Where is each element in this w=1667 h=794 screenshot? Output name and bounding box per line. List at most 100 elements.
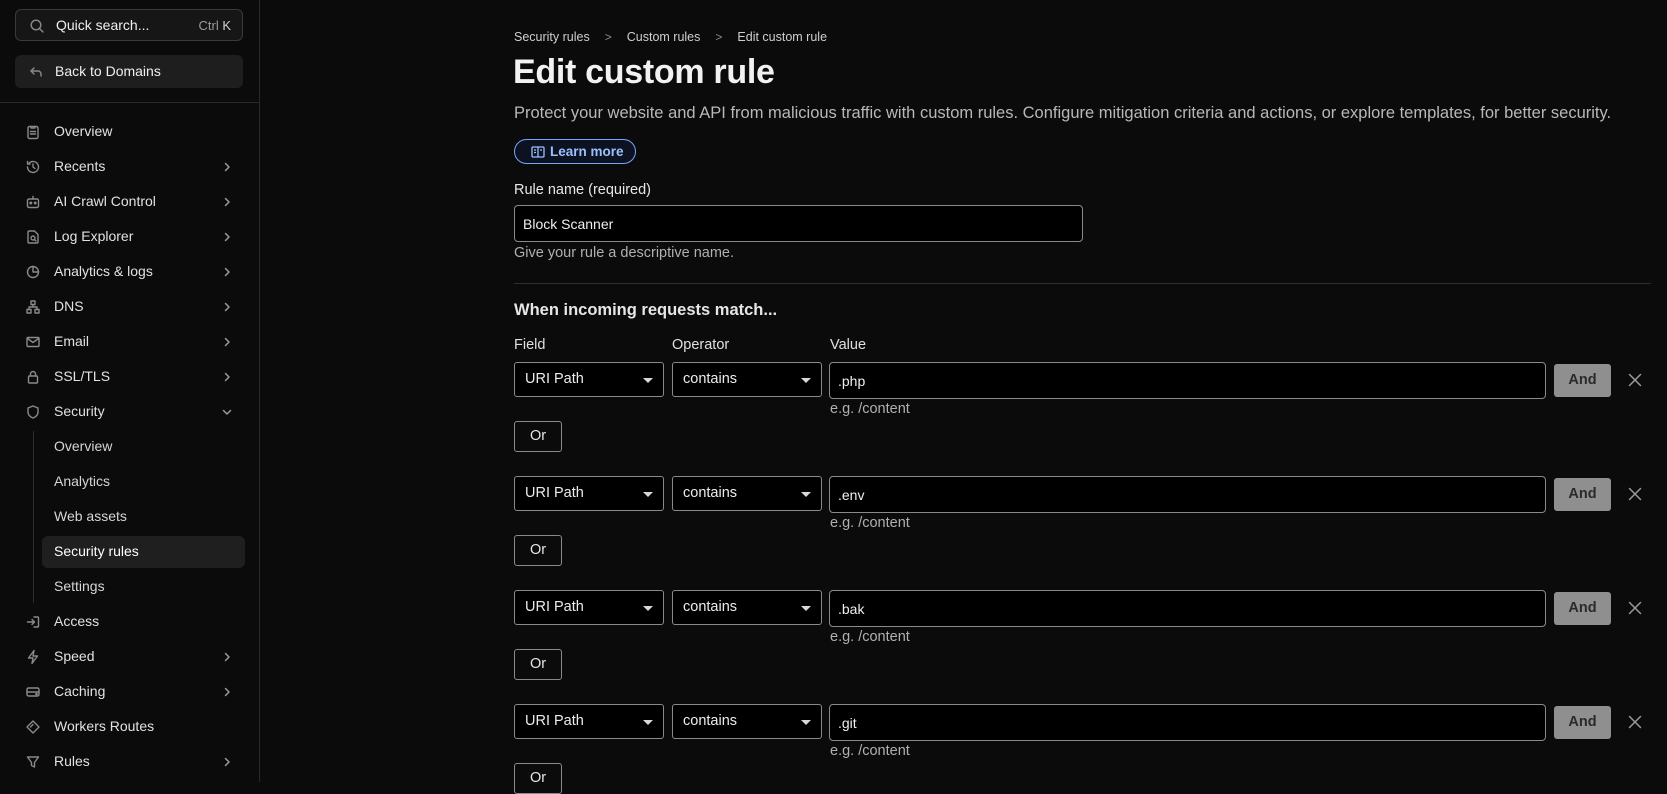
- close-icon[interactable]: [1628, 373, 1642, 387]
- field-select[interactable]: URI Path: [514, 590, 664, 625]
- field-select-value: URI Path: [525, 371, 584, 387]
- sidebar-item-label: Caching: [54, 683, 106, 699]
- sidebar-item-overview[interactable]: Overview: [15, 116, 243, 148]
- sidebar-subitem-web-assets[interactable]: Web assets: [42, 501, 245, 533]
- breadcrumb: Security rules > Custom rules > Edit cus…: [514, 30, 827, 44]
- chevron-right-icon: [224, 162, 230, 172]
- or-button[interactable]: Or: [514, 763, 562, 794]
- operator-select[interactable]: contains: [672, 362, 822, 397]
- breadcrumb-separator-icon: >: [715, 30, 723, 44]
- field-column-header: Field: [514, 337, 546, 353]
- operator-select[interactable]: contains: [672, 476, 822, 511]
- search-icon: [30, 19, 44, 33]
- sidebar-subitem-label: Analytics: [54, 473, 111, 489]
- learn-more-label: Learn more: [550, 144, 624, 159]
- and-button[interactable]: And: [1554, 592, 1611, 625]
- value-input[interactable]: [829, 704, 1546, 741]
- operator-select-value: contains: [683, 713, 738, 729]
- operator-select[interactable]: contains: [672, 704, 822, 739]
- sidebar-subitem-label: Web assets: [54, 508, 127, 524]
- sidebar-item-recents[interactable]: Recents: [15, 151, 243, 183]
- login-icon: [26, 616, 40, 628]
- match-section-heading: When incoming requests match...: [514, 301, 778, 319]
- breadcrumb-current: Edit custom rule: [737, 30, 828, 44]
- sidebar-item-label: Workers Routes: [54, 718, 155, 734]
- submenu-guide-line: [33, 431, 34, 603]
- sidebar-item-log-explorer[interactable]: Log Explorer: [15, 221, 243, 253]
- and-button[interactable]: And: [1554, 706, 1611, 739]
- sidebar-item-ssl-tls[interactable]: SSL/TLS: [15, 361, 243, 393]
- breadcrumb-custom-rules[interactable]: Custom rules: [627, 30, 701, 44]
- quick-search[interactable]: Quick search... Ctrl K: [15, 9, 243, 41]
- rule-name-input[interactable]: [514, 205, 1083, 242]
- caret-down-icon: [801, 378, 811, 383]
- sidebar-subitem-analytics[interactable]: Analytics: [42, 466, 245, 498]
- funnel-icon: [26, 756, 40, 768]
- value-input[interactable]: [829, 362, 1546, 399]
- sidebar-item-speed[interactable]: Speed: [15, 641, 243, 673]
- breadcrumb-security-rules[interactable]: Security rules: [514, 30, 590, 44]
- sidebar-item-analytics-logs[interactable]: Analytics & logs: [15, 256, 243, 288]
- operator-select-value: contains: [683, 485, 738, 501]
- or-button[interactable]: Or: [514, 535, 562, 566]
- sidebar-item-workers-routes[interactable]: Workers Routes: [15, 711, 243, 743]
- operator-select[interactable]: contains: [672, 590, 822, 625]
- sidebar-subitem-label: Security rules: [54, 543, 139, 559]
- mail-icon: [26, 336, 40, 348]
- close-icon[interactable]: [1628, 601, 1642, 615]
- sidebar-item-ai-crawl-control[interactable]: AI Crawl Control: [15, 186, 243, 218]
- sidebar-item-caching[interactable]: Caching: [15, 676, 243, 708]
- field-select[interactable]: URI Path: [514, 362, 664, 397]
- chevron-right-icon: [224, 372, 230, 382]
- back-to-domains-button[interactable]: Back to Domains: [15, 55, 243, 88]
- sidebar-subitem-overview[interactable]: Overview: [42, 431, 245, 463]
- field-select[interactable]: URI Path: [514, 476, 664, 511]
- chevron-down-icon: [222, 409, 232, 415]
- caret-down-icon: [801, 720, 811, 725]
- caret-down-icon: [643, 492, 653, 497]
- sidebar-divider: [0, 102, 259, 103]
- file-search-icon: [27, 230, 39, 244]
- sidebar-item-label: Email: [54, 333, 90, 349]
- sidebar-subitem-label: Overview: [54, 438, 113, 454]
- value-hint: e.g. /content: [830, 515, 910, 531]
- back-arrow-icon: [30, 67, 42, 77]
- or-button[interactable]: Or: [514, 649, 562, 680]
- chevron-right-icon: [224, 757, 230, 767]
- drive-icon: [26, 687, 40, 697]
- chevron-right-icon: [224, 337, 230, 347]
- sidebar-item-dns[interactable]: DNS: [15, 291, 243, 323]
- sidebar-item-label: Recents: [54, 158, 106, 174]
- close-icon[interactable]: [1628, 487, 1642, 501]
- network-icon: [26, 300, 40, 314]
- section-divider: [514, 283, 1651, 284]
- shield-icon: [27, 405, 39, 419]
- book-icon: [531, 146, 545, 158]
- close-icon[interactable]: [1628, 715, 1642, 729]
- caret-down-icon: [801, 606, 811, 611]
- or-button[interactable]: Or: [514, 421, 562, 452]
- operator-select-value: contains: [683, 599, 738, 615]
- sidebar-item-access[interactable]: Access: [15, 606, 243, 638]
- sidebar-item-label: Security: [54, 403, 105, 419]
- sidebar-item-security[interactable]: Security: [15, 396, 243, 428]
- value-input[interactable]: [829, 476, 1546, 513]
- and-button[interactable]: And: [1554, 364, 1611, 397]
- field-select[interactable]: URI Path: [514, 704, 664, 739]
- back-to-domains-label: Back to Domains: [55, 63, 161, 79]
- sidebar-item-email[interactable]: Email: [15, 326, 243, 358]
- and-button[interactable]: And: [1554, 478, 1611, 511]
- lightning-icon: [27, 649, 39, 665]
- sidebar-item-label: Log Explorer: [54, 228, 134, 244]
- sidebar-item-label: Analytics & logs: [54, 263, 153, 279]
- shortcut-mod: Ctrl: [198, 18, 219, 33]
- value-input[interactable]: [829, 590, 1546, 627]
- sidebar-subitem-label: Settings: [54, 578, 105, 594]
- sidebar-item-rules[interactable]: Rules: [15, 746, 243, 778]
- sidebar-subitem-settings[interactable]: Settings: [42, 571, 245, 603]
- sidebar-item-label: AI Crawl Control: [54, 193, 156, 209]
- value-hint: e.g. /content: [830, 401, 910, 417]
- learn-more-button[interactable]: Learn more: [514, 139, 636, 164]
- sidebar-subitem-security-rules[interactable]: Security rules: [42, 536, 245, 568]
- page-description: Protect your website and API from malici…: [514, 104, 1612, 122]
